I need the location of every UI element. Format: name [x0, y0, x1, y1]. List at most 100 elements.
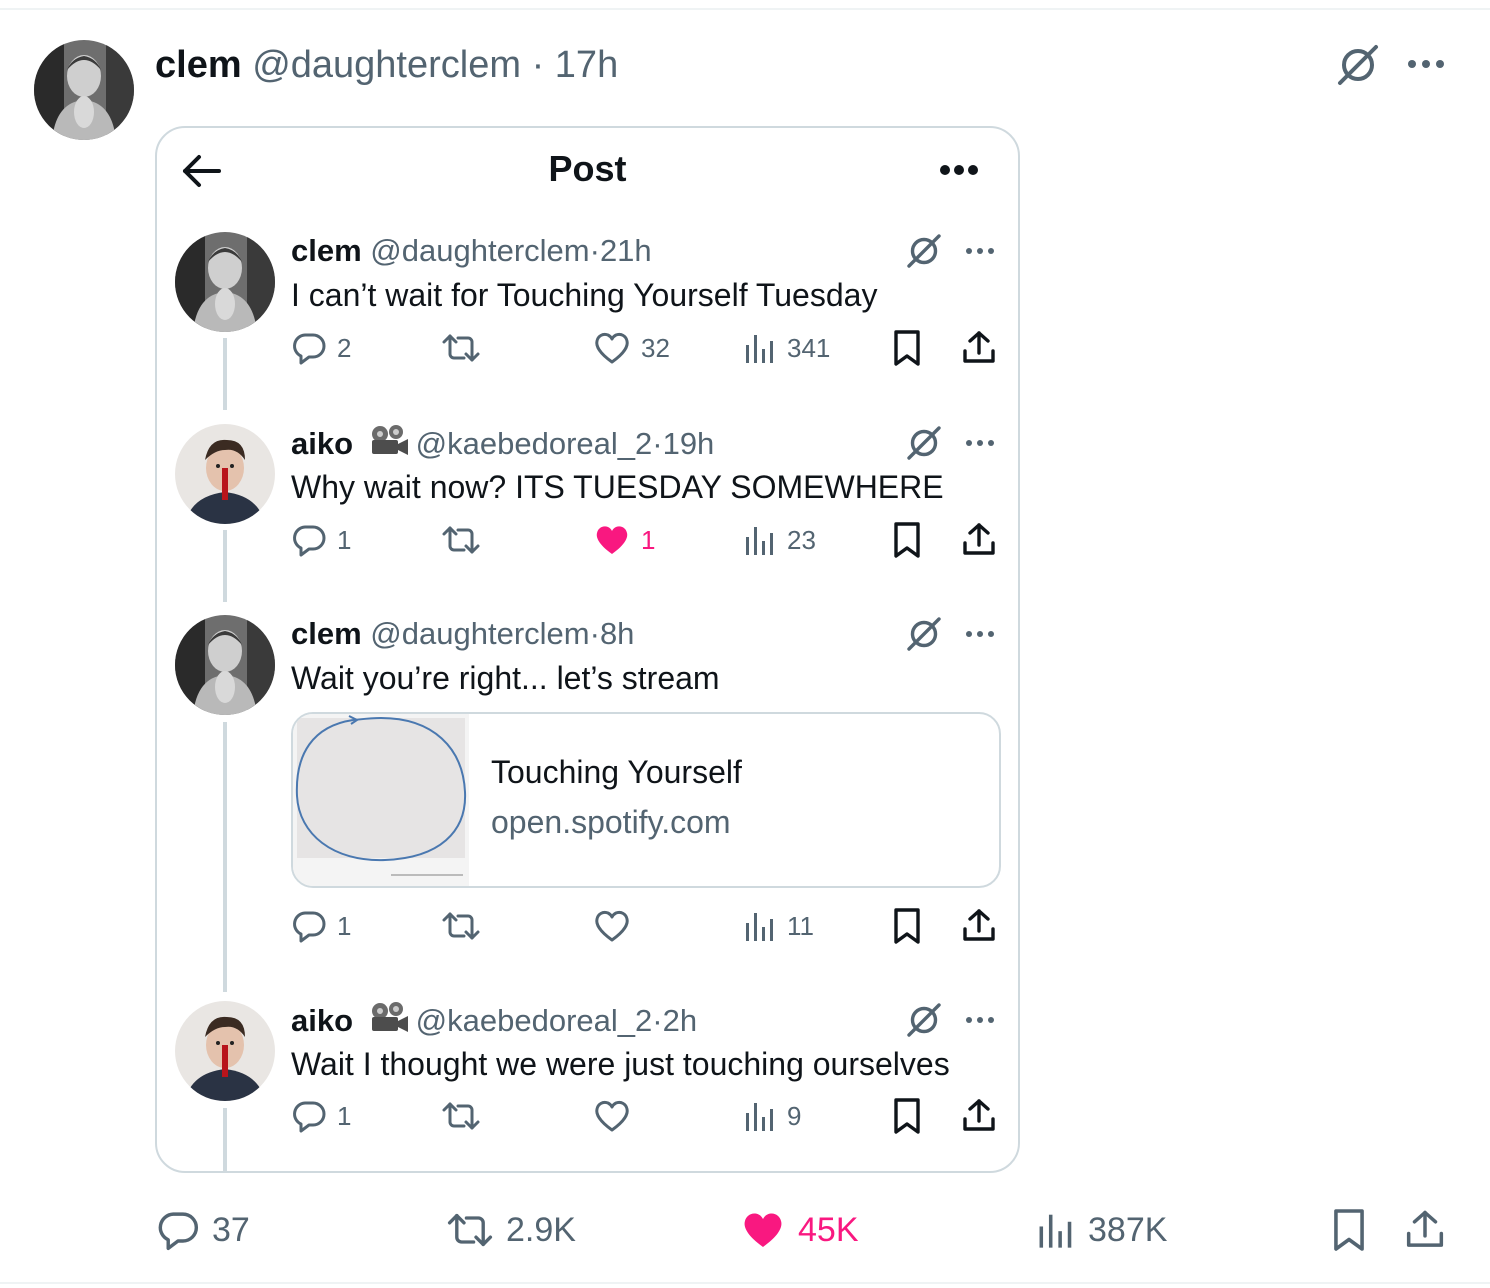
avatar[interactable]	[175, 1001, 275, 1101]
author-handle[interactable]: @daughterclem	[370, 616, 589, 651]
thread-line	[223, 338, 227, 410]
avatar[interactable]	[175, 232, 275, 332]
grok-icon[interactable]	[905, 1001, 943, 1039]
tweet-time[interactable]: 2h	[663, 1003, 697, 1038]
views-button[interactable]: 23	[743, 520, 816, 560]
repost-button[interactable]	[441, 1096, 491, 1136]
reply-count: 37	[212, 1210, 250, 1249]
like-button[interactable]: 32	[593, 328, 670, 368]
bookmark-icon	[894, 1098, 920, 1134]
repost-icon	[447, 1213, 493, 1247]
bookmark-button[interactable]	[1330, 1206, 1368, 1254]
author-handle[interactable]: @daughterclem	[370, 233, 589, 268]
reply-button[interactable]: 1	[291, 520, 351, 560]
grok-icon[interactable]	[1335, 42, 1381, 88]
reply-icon	[293, 333, 326, 365]
reply-icon	[158, 1212, 199, 1251]
like-count: 32	[641, 332, 670, 363]
views-icon	[746, 527, 773, 555]
camera-badge-icon	[368, 1001, 410, 1044]
author-name[interactable]: clem	[291, 233, 362, 268]
author-handle[interactable]: @kaebedoreal_2	[416, 1003, 653, 1038]
bookmark-icon	[894, 330, 920, 366]
repost-button[interactable]: 2.9K	[446, 1206, 576, 1254]
bookmark-button[interactable]	[891, 520, 923, 560]
grok-icon[interactable]	[905, 424, 943, 462]
repost-button[interactable]	[441, 328, 491, 368]
share-icon	[963, 523, 995, 555]
repost-button[interactable]	[441, 520, 491, 560]
bottom-divider	[0, 1282, 1490, 1284]
share-button[interactable]	[961, 906, 997, 946]
share-icon	[963, 909, 995, 941]
bookmark-icon	[1334, 1209, 1364, 1251]
tweet-text: Wait I thought we were just touching our…	[291, 1046, 950, 1082]
separator: ·	[531, 44, 545, 86]
tweet-header: clem @daughterclem·8h	[291, 615, 634, 653]
reply-count: 2	[337, 332, 352, 363]
bookmark-button[interactable]	[891, 1096, 923, 1136]
bookmark-button[interactable]	[891, 328, 923, 368]
author-handle[interactable]: @daughterclem	[252, 44, 521, 86]
link-domain: open.spotify.com	[491, 804, 731, 840]
grok-icon[interactable]	[905, 615, 943, 653]
link-title: Touching Yourself	[491, 754, 742, 790]
views-button[interactable]: 387K	[1036, 1206, 1167, 1254]
bookmark-icon	[894, 908, 920, 944]
tweet-header: aiko @kaebedoreal_2·2h	[291, 1001, 697, 1044]
views-button[interactable]: 341	[743, 328, 830, 368]
author-name[interactable]: clem	[291, 616, 362, 651]
post-header: clem @daughterclem · 17h	[155, 42, 618, 88]
link-preview-card[interactable]: Touching Yourself open.spotify.com	[291, 712, 1001, 888]
card-title: Post	[548, 148, 627, 189]
tweet-time[interactable]: 8h	[600, 616, 634, 651]
views-icon	[1039, 1214, 1072, 1248]
views-button[interactable]: 9	[743, 1096, 801, 1136]
bookmark-button[interactable]	[891, 906, 923, 946]
repost-icon	[442, 1102, 480, 1130]
tweet-header: aiko @kaebedoreal_2·19h	[291, 424, 714, 467]
like-button[interactable]: 45K	[740, 1206, 859, 1254]
reply-button[interactable]: 2	[291, 328, 351, 368]
more-icon[interactable]	[963, 242, 997, 260]
repost-button[interactable]	[441, 906, 491, 946]
like-count: 45K	[798, 1210, 859, 1249]
reply-button[interactable]: 37	[156, 1206, 250, 1254]
author-handle[interactable]: @kaebedoreal_2	[416, 426, 653, 461]
reply-button[interactable]: 1	[291, 1096, 351, 1136]
more-icon[interactable]	[1404, 50, 1448, 78]
tweet-text: I can’t wait for Touching Yourself Tuesd…	[291, 277, 878, 313]
avatar[interactable]	[175, 615, 275, 715]
more-icon[interactable]	[937, 158, 981, 182]
like-button[interactable]	[593, 1096, 641, 1136]
share-button[interactable]	[961, 328, 997, 368]
avatar[interactable]	[175, 424, 275, 524]
tweet-time[interactable]: 21h	[600, 233, 652, 268]
more-icon[interactable]	[963, 1011, 997, 1029]
more-icon[interactable]	[963, 625, 997, 643]
views-button[interactable]: 11	[743, 906, 814, 946]
thread-line	[223, 530, 227, 602]
share-button[interactable]	[961, 520, 997, 560]
more-icon[interactable]	[963, 434, 997, 452]
like-button[interactable]	[593, 906, 641, 946]
tweet-text: Why wait now? ITS TUESDAY SOMEWHERE	[291, 469, 944, 505]
author-name[interactable]: aiko	[291, 426, 353, 461]
like-button[interactable]: 1	[593, 520, 655, 560]
views-icon	[746, 335, 773, 363]
repost-icon	[442, 334, 480, 362]
avatar[interactable]	[34, 40, 134, 140]
share-button[interactable]	[1404, 1206, 1446, 1254]
share-button[interactable]	[961, 1096, 997, 1136]
views-icon	[746, 913, 773, 941]
tweet-header: clem @daughterclem·21h	[291, 232, 652, 270]
share-icon	[1406, 1210, 1444, 1247]
grok-icon[interactable]	[905, 232, 943, 270]
like-icon	[595, 332, 629, 364]
post-time[interactable]: 17h	[555, 44, 618, 86]
share-icon	[963, 1099, 995, 1131]
tweet-time[interactable]: 19h	[663, 426, 715, 461]
reply-button[interactable]: 1	[291, 906, 351, 946]
author-name[interactable]: aiko	[291, 1003, 353, 1038]
author-name[interactable]: clem	[155, 44, 242, 86]
